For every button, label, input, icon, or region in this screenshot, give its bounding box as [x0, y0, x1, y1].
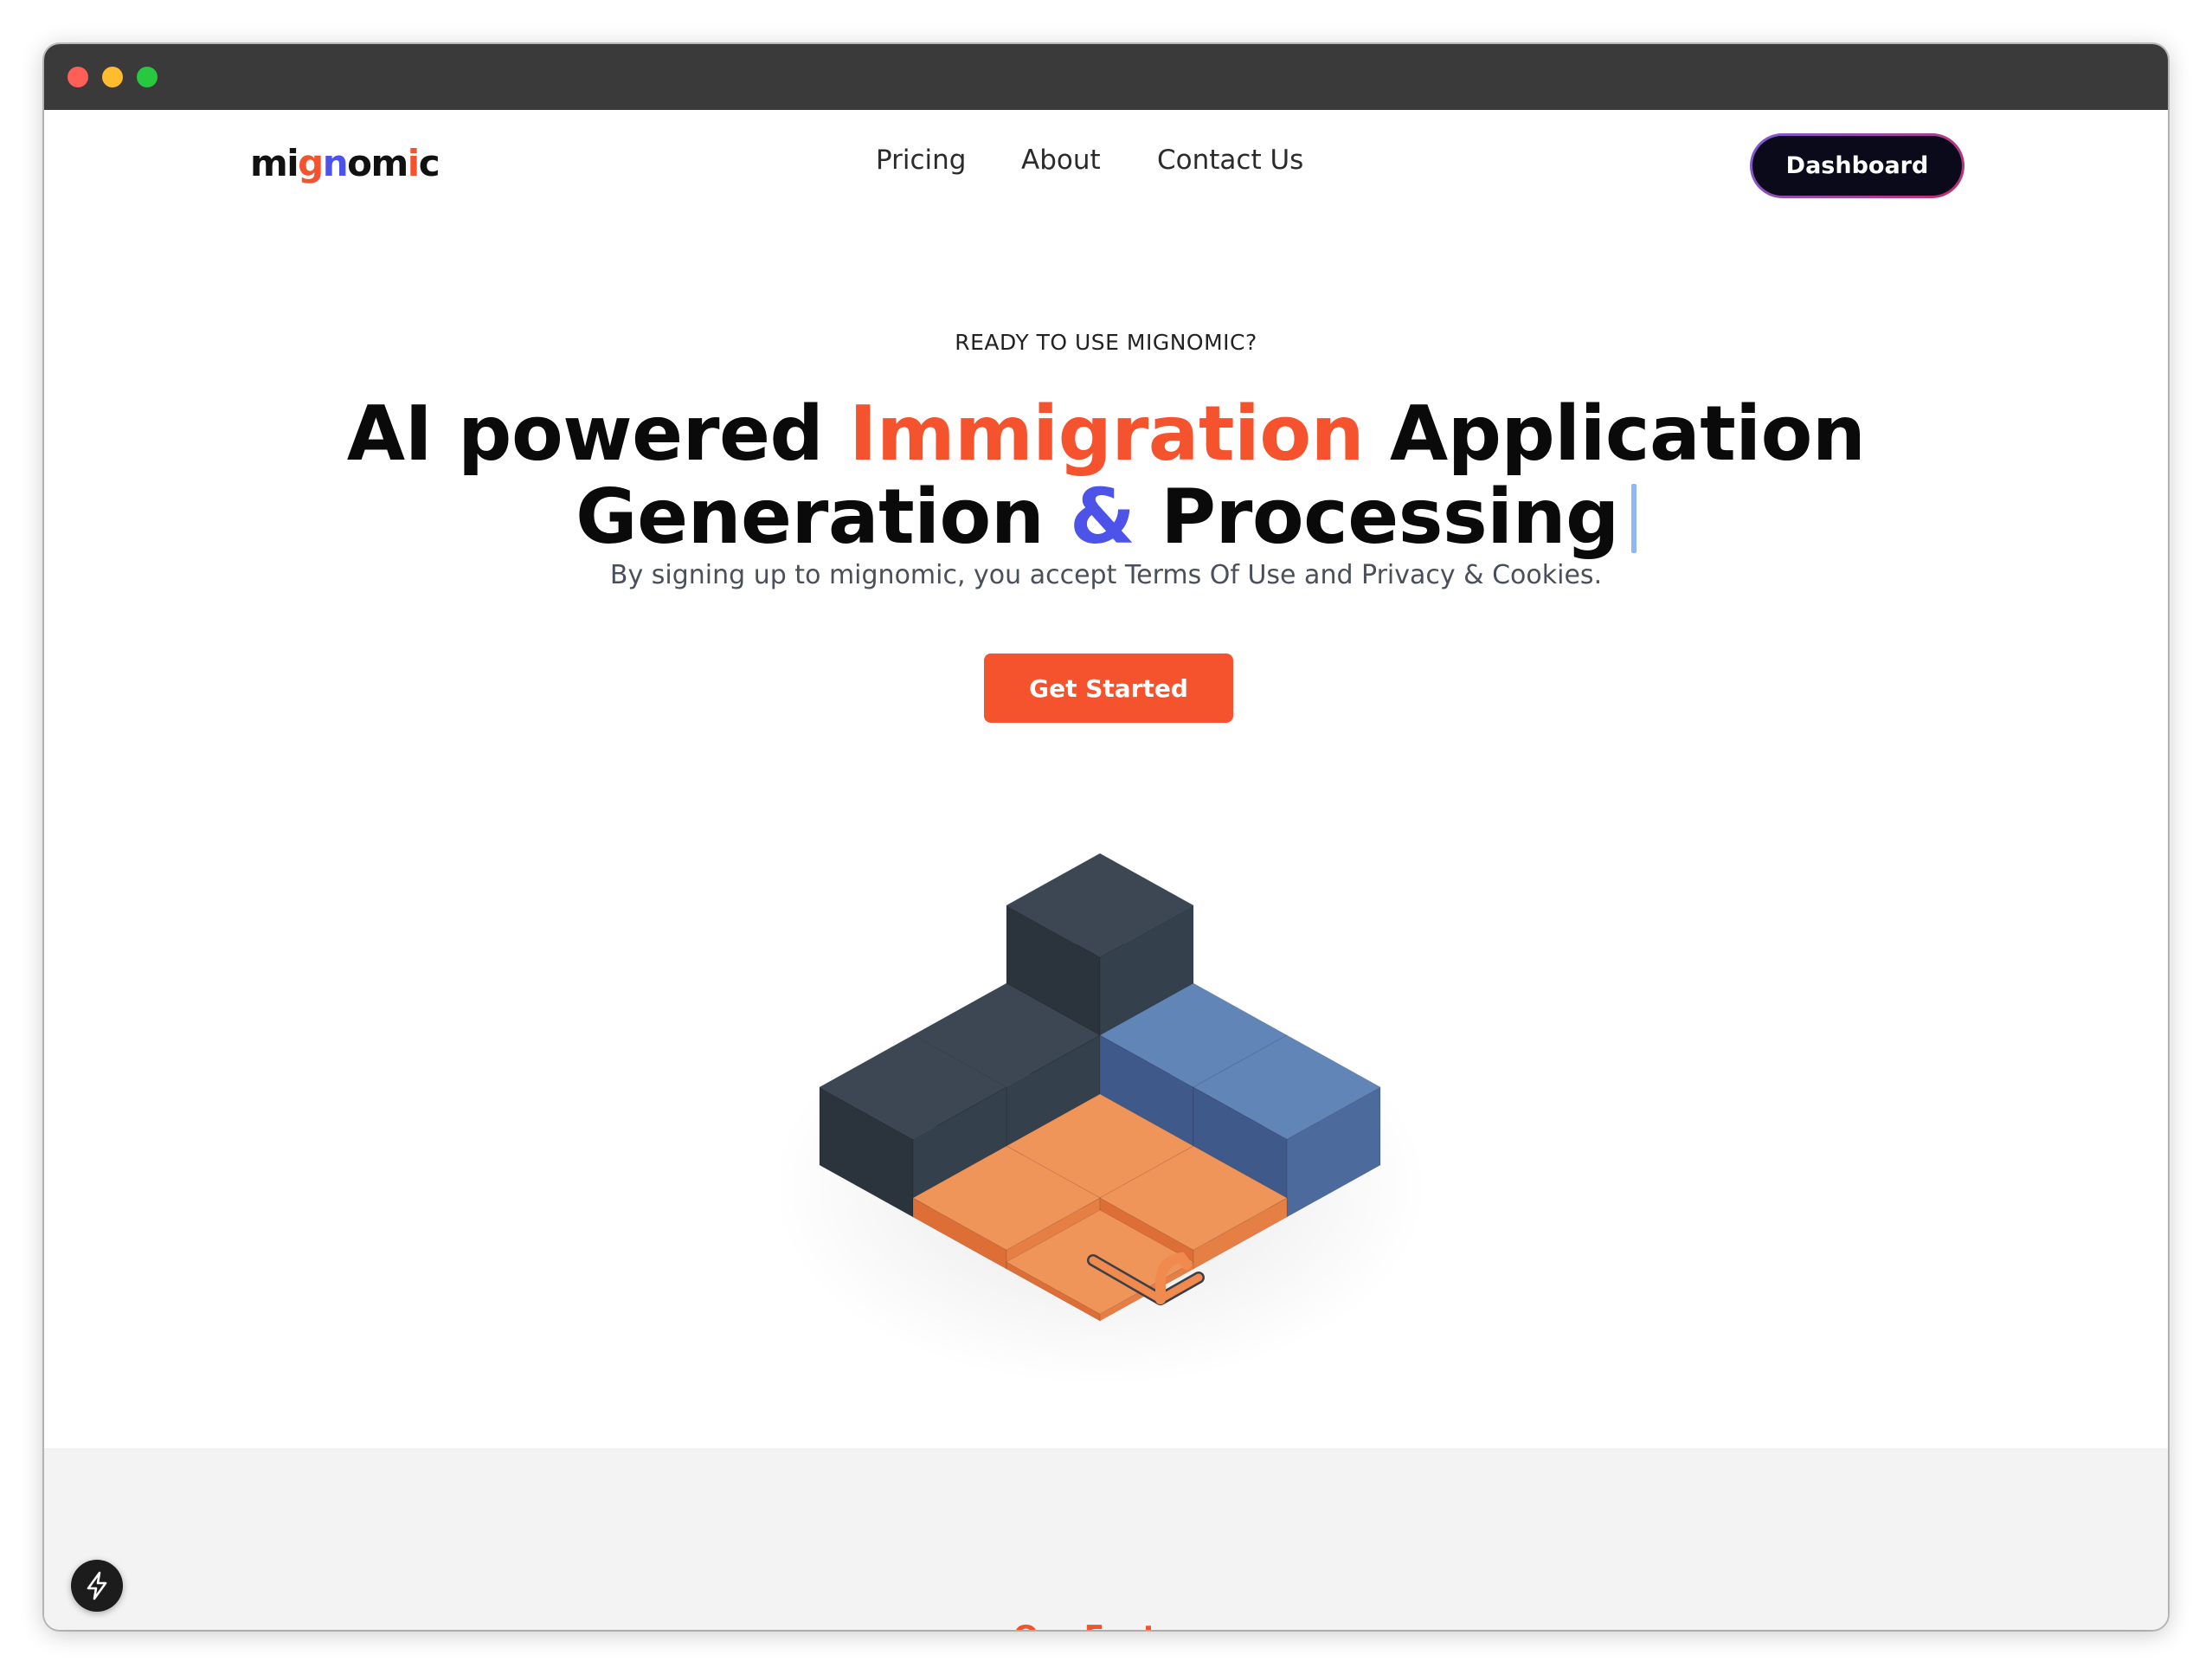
- logo-letter: m: [250, 141, 288, 184]
- logo-letter: c: [418, 141, 440, 184]
- features-section: [44, 1448, 2168, 1630]
- hero-subtitle: By signing up to mignomic, you accept Te…: [609, 560, 1603, 590]
- typing-cursor: [1630, 484, 1636, 553]
- zoom-window-button[interactable]: [137, 67, 158, 87]
- hero-eyebrow: READY TO USE MIGNOMIC?: [955, 330, 1257, 355]
- headline-text: Application: [1364, 390, 1866, 478]
- logo-letter: m: [370, 141, 409, 184]
- headline-highlight-immigration: Immigration: [849, 390, 1365, 478]
- close-window-button[interactable]: [68, 67, 88, 87]
- logo-letter: i: [286, 141, 299, 184]
- mignomic-logo[interactable]: m i g n o m i c: [250, 137, 440, 189]
- logo-letter: n: [322, 141, 349, 184]
- isometric-cubes-illustration: [771, 853, 1429, 1386]
- dashboard-button[interactable]: Dashboard: [1750, 133, 1964, 198]
- lightning-bolt-icon[interactable]: [71, 1560, 123, 1612]
- logo-letter: g: [298, 141, 324, 184]
- headline-text: Processing: [1135, 473, 1619, 561]
- logo-letter: o: [347, 141, 372, 184]
- window-titlebar: [44, 44, 2168, 110]
- nav-link-contact-us[interactable]: Contact Us: [1157, 145, 1303, 176]
- bolt-glyph: [87, 1571, 107, 1600]
- logo-letter: i: [407, 141, 420, 184]
- browser-window: m i g n o m i c Pricing About Contact Us…: [44, 44, 2168, 1630]
- hero-headline-line-2: Generation & Processing: [44, 473, 2168, 560]
- features-heading: Our Features: [1013, 1619, 1230, 1630]
- hero-headline-line-1: AI powered Immigration Application: [44, 390, 2168, 477]
- minimize-window-button[interactable]: [102, 67, 123, 87]
- headline-highlight-ampersand: &: [1070, 473, 1135, 561]
- headline-text: Generation: [576, 473, 1071, 561]
- nav-link-about[interactable]: About: [1021, 145, 1101, 176]
- nav-link-pricing[interactable]: Pricing: [876, 145, 967, 176]
- get-started-button[interactable]: Get Started: [984, 654, 1233, 723]
- headline-text: AI powered: [346, 390, 850, 478]
